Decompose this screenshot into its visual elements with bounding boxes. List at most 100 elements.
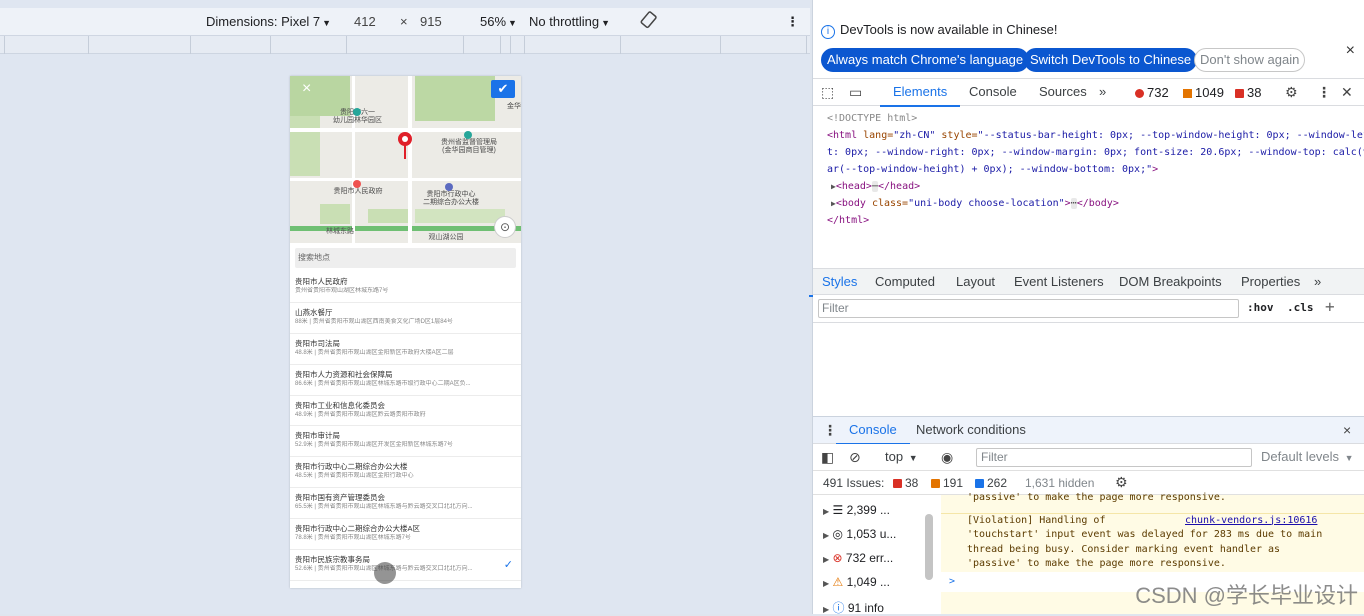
- place-item[interactable]: 贵阳市国有资产管理委员会 65.5米 | 贵州省贵阳市观山湖区林城东路与黔云路交叉…: [290, 488, 521, 520]
- touch-cursor-indicator: [374, 562, 396, 584]
- issues-error-count: 38: [905, 476, 919, 490]
- throttling-label: No throttling: [529, 14, 600, 29]
- place-item[interactable]: 贵阳市司法局 48.8米 | 贵州省贵阳市观山湖区金阳新区市政府大楼A区二层: [290, 334, 521, 365]
- rotate-icon[interactable]: [640, 11, 658, 32]
- place-item[interactable]: 贵阳市人民政府 贵州省贵阳市观山湖区林城东路7号: [290, 272, 521, 303]
- device-toggle-icon[interactable]: ▭: [849, 84, 862, 101]
- tab-sources[interactable]: Sources: [1039, 84, 1087, 99]
- cls-toggle[interactable]: .cls: [1287, 301, 1314, 314]
- styles-filter-input[interactable]: Filter: [818, 299, 1239, 318]
- throttling-select[interactable]: No throttling ▼: [529, 14, 610, 29]
- place-item[interactable]: 贵阳市行政中心二期综合办公大楼A区 78.8米 | 贵州省贵阳市观山湖区林城东路7…: [290, 519, 521, 551]
- drawer-tab-network-conditions[interactable]: Network conditions: [916, 422, 1026, 437]
- dom-tag: >: [1152, 164, 1159, 175]
- confirm-button[interactable]: ✔: [491, 80, 515, 98]
- sidebar-scrollbar[interactable]: [925, 514, 933, 580]
- caret-down-icon: ▼: [908, 453, 918, 463]
- phone-screen: 贵阳市六一 幼儿园林华园区 贵州省监督管理局 (金华园商目管理) 贵阳市人民政府…: [290, 76, 521, 588]
- dom-html-node[interactable]: <html lang="zh-CN" style="--status-bar-h…: [827, 127, 1364, 144]
- place-search-input[interactable]: 搜索地点: [295, 248, 516, 268]
- hidden-count: 1,631 hidden: [1025, 476, 1095, 490]
- poi-marker-icon: [464, 131, 472, 139]
- tab-computed[interactable]: Computed: [875, 274, 935, 289]
- place-item-selected[interactable]: 贵阳市民族宗教事务局52.6米 | 贵州省贵阳市观山湖区林城东路与黔云路交叉口北…: [290, 550, 521, 581]
- settings-gear-icon[interactable]: ⚙: [1285, 84, 1298, 101]
- more-options-icon[interactable]: ⋮: [786, 14, 799, 30]
- sidebar-item-messages[interactable]: ▶ ☰ 2,399 ...: [823, 503, 890, 517]
- tab-elements[interactable]: Elements: [879, 84, 961, 107]
- console-filter-input[interactable]: Filter: [976, 448, 1252, 467]
- sidebar-item-warnings[interactable]: ▶ ⚠ 1,049 ...: [823, 575, 890, 589]
- add-style-rule-icon[interactable]: +: [1325, 297, 1335, 316]
- issues-count-badge[interactable]: 38: [1235, 85, 1261, 100]
- place-item[interactable]: 贵阳市人力资源和社会保障局 86.6米 | 贵州省贵阳市观山湖区林城东路市级行政中…: [290, 365, 521, 396]
- height-input[interactable]: 915: [420, 14, 442, 29]
- sidebar-item-user[interactable]: ▶ ◎ 1,053 u...: [823, 527, 896, 541]
- sidebar-item-errors[interactable]: ▶ ⊗ 732 err...: [823, 551, 893, 565]
- close-icon[interactable]: ×: [302, 80, 311, 98]
- tab-styles[interactable]: Styles: [808, 274, 871, 297]
- place-item[interactable]: 贵阳市审计局 52.9米 | 贵州省贵阳市观山湖区开发区金阳新区林城东路7号: [290, 426, 521, 458]
- dom-tag: <html: [827, 130, 858, 141]
- issues-info[interactable]: 262: [975, 476, 1007, 490]
- place-address: 48.5米 | 贵州省贵阳市观山湖区金阳行政中心: [295, 473, 414, 480]
- place-name: 贵阳市人民政府: [295, 277, 348, 286]
- sidebar-item-label: 1,053 u...: [846, 527, 897, 541]
- locate-me-icon[interactable]: ⊙: [494, 216, 516, 238]
- place-item[interactable]: 贵阳市工业和信息化委员会 48.9米 | 贵州省贵阳市观山湖区黔云路贵阳市政府: [290, 396, 521, 427]
- sidebar-toggle-icon[interactable]: ◧: [821, 449, 834, 466]
- device-dimensions-select[interactable]: Dimensions: Pixel 7 ▼: [206, 14, 331, 29]
- more-tabs-icon[interactable]: »: [1314, 274, 1321, 289]
- info-icon: i: [821, 25, 835, 39]
- map-label: 贵阳市行政中心 二期综合办公大楼: [423, 191, 479, 206]
- dont-show-again-button[interactable]: Don't show again: [1194, 48, 1306, 72]
- caret-down-icon: ▼: [508, 18, 517, 28]
- tab-properties[interactable]: Properties: [1241, 274, 1300, 289]
- dom-attr-value: "uni-body choose-location": [908, 198, 1065, 209]
- zoom-select[interactable]: 56% ▼: [480, 14, 517, 29]
- warning-count-badge[interactable]: 1049: [1183, 85, 1224, 100]
- error-icon: [893, 479, 902, 489]
- eye-icon[interactable]: ◉: [941, 449, 953, 466]
- more-menu-icon[interactable]: ⋮: [1317, 84, 1331, 101]
- violation-text: 'touchstart' input event was delayed for…: [967, 529, 1323, 540]
- close-banner-icon[interactable]: ×: [1346, 42, 1355, 60]
- dom-head-node[interactable]: ▶<head>⋯</head>: [827, 178, 1364, 195]
- place-name: 贵阳市人力资源和社会保障局: [295, 369, 393, 379]
- error-count-badge[interactable]: 732: [1135, 85, 1169, 100]
- issues-errors[interactable]: 38: [893, 476, 918, 490]
- map-view[interactable]: 贵阳市六一 幼儿园林华园区 贵州省监督管理局 (金华园商目管理) 贵阳市人民政府…: [290, 76, 521, 243]
- switch-language-button[interactable]: Switch DevTools to Chinese: [1024, 48, 1198, 72]
- tab-console[interactable]: Console: [969, 84, 1017, 99]
- device-dimensions-label: Dimensions: Pixel 7: [206, 14, 321, 29]
- context-select[interactable]: top ▼: [885, 449, 918, 464]
- tab-dom-breakpoints[interactable]: DOM Breakpoints: [1119, 274, 1222, 289]
- caret-down-icon: ▼: [1344, 453, 1354, 463]
- issues-warnings[interactable]: 191: [931, 476, 963, 490]
- place-item[interactable]: 山燕水餐厅 88米 | 贵州省贵阳市观山湖区西南美食文化广场D区1层84号: [290, 303, 521, 334]
- drawer-tab-console[interactable]: Console: [836, 422, 910, 445]
- close-devtools-icon[interactable]: ✕: [1341, 84, 1353, 101]
- office-marker-icon: [445, 183, 453, 191]
- sidebar-item-info[interactable]: ▶ ⓘ 91 info: [823, 599, 884, 616]
- place-item[interactable]: 贵阳市行政中心二期综合办公大楼 48.5米 | 贵州省贵阳市观山湖区金阳行政中心: [290, 457, 521, 489]
- console-settings-icon[interactable]: ⚙: [1115, 474, 1128, 491]
- source-link[interactable]: chunk-vendors.js:10616: [1185, 514, 1317, 529]
- drawer-menu-icon[interactable]: ⋮: [823, 422, 837, 439]
- device-toolbar: Dimensions: Pixel 7 ▼ 412 × 915 56% ▼ No t…: [0, 8, 810, 36]
- inspect-element-icon[interactable]: ⬚: [821, 84, 834, 101]
- clear-console-icon[interactable]: ⊘: [849, 449, 861, 466]
- tab-layout[interactable]: Layout: [956, 274, 995, 289]
- close-drawer-icon[interactable]: ×: [1343, 422, 1351, 438]
- dom-body-node[interactable]: ▶<body class="uni-body choose-location">…: [827, 195, 1364, 212]
- place-address: 78.8米 | 贵州省贵阳市观山湖区林城东路7号: [295, 535, 411, 542]
- more-tabs-icon[interactable]: »: [1099, 84, 1106, 99]
- log-levels-select[interactable]: Default levels ▼: [1261, 449, 1354, 464]
- console-toolbar: ◧ ⊘ top ▼ ◉ Filter Default levels ▼: [813, 444, 1364, 471]
- match-language-button[interactable]: Always match Chrome's language: [821, 48, 1030, 72]
- place-list: 贵阳市人民政府 贵州省贵阳市观山湖区林城东路7号 山燕水餐厅 88米 | 贵州省贵阳…: [290, 272, 521, 581]
- tab-event-listeners[interactable]: Event Listeners: [1014, 274, 1104, 289]
- watermark: CSDN @学长毕业设计: [1135, 583, 1358, 608]
- hov-toggle[interactable]: :hov: [1247, 301, 1274, 314]
- width-input[interactable]: 412: [354, 14, 376, 29]
